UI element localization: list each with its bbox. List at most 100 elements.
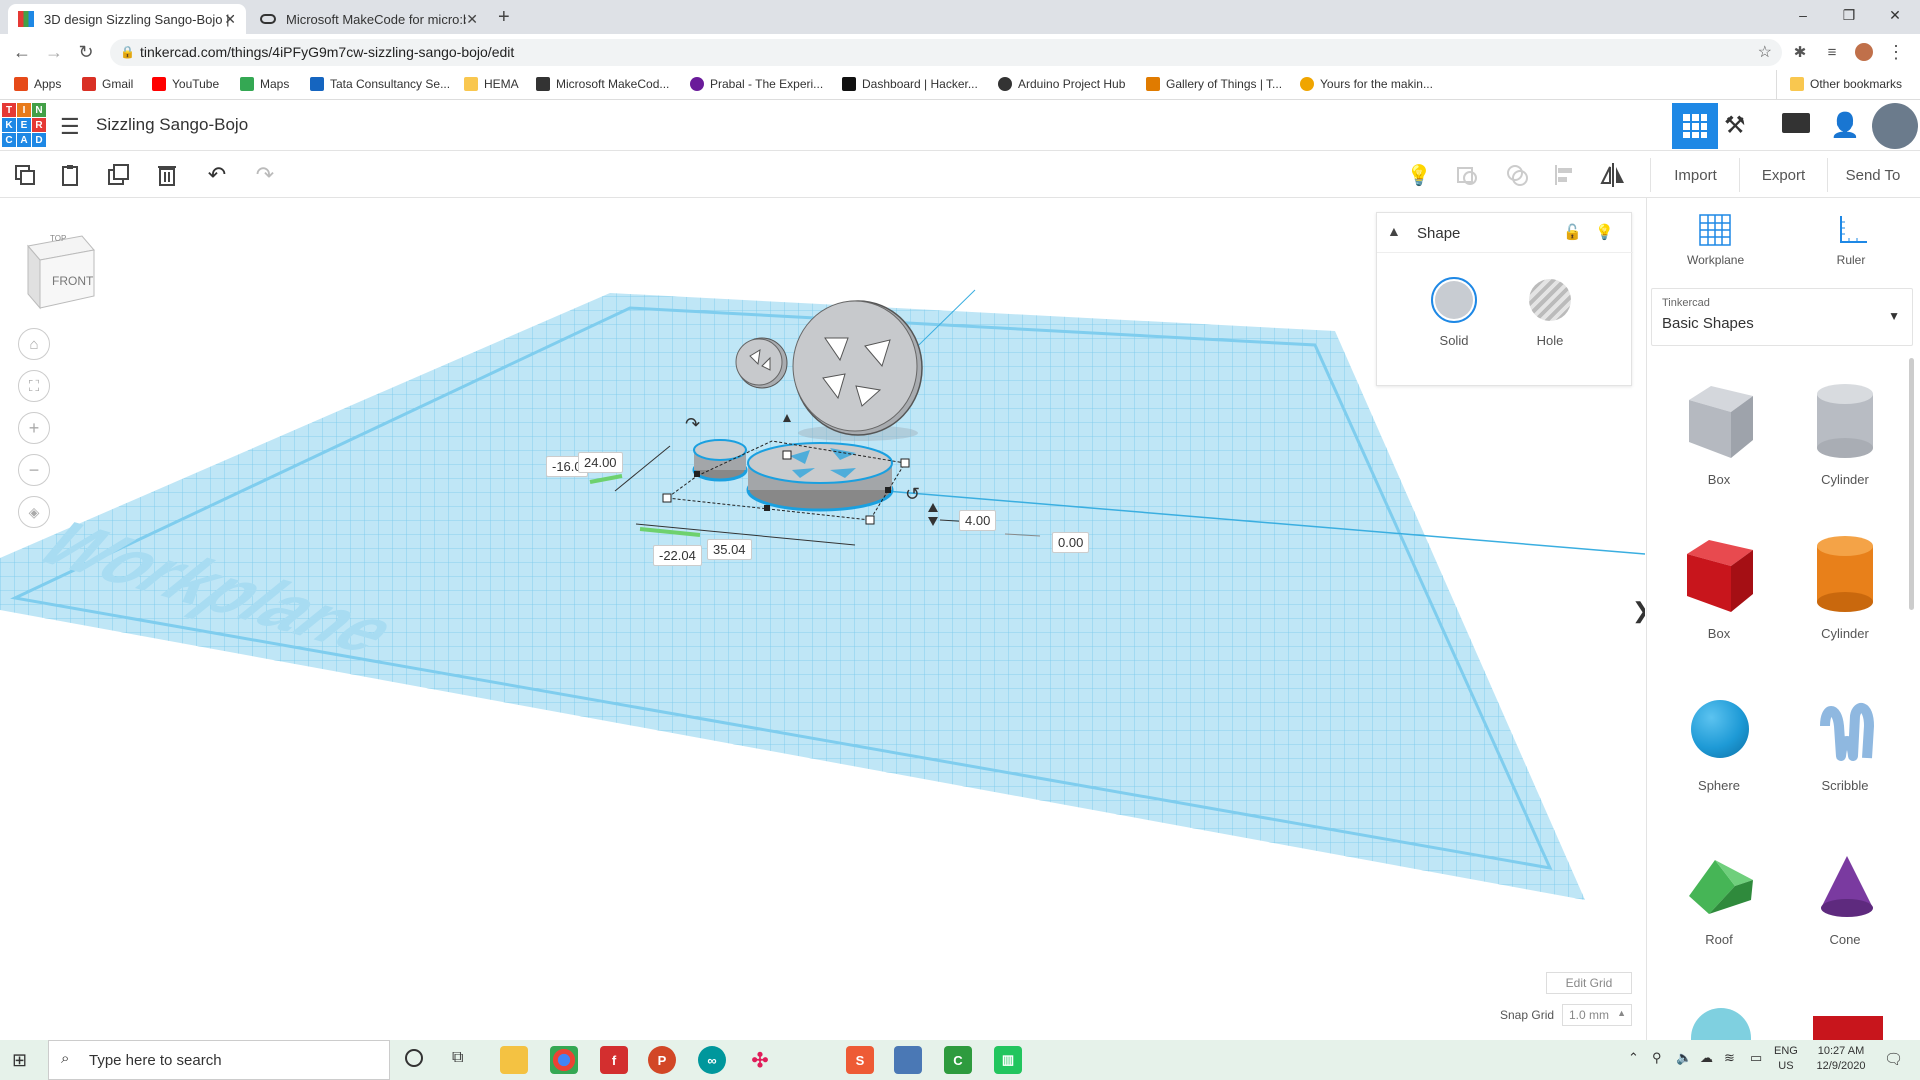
close-tab-icon[interactable]: ✕ <box>224 11 236 28</box>
group-icon[interactable] <box>1452 160 1482 190</box>
x-position-field[interactable]: -22.04 <box>653 545 702 566</box>
new-tab-button[interactable]: + <box>498 6 510 29</box>
extensions-puzzle-icon[interactable]: ✱ <box>1788 40 1812 64</box>
design-list-icon[interactable]: ☰ <box>60 114 80 140</box>
shape-library-select[interactable]: Tinkercad Basic Shapes ▼ <box>1651 288 1913 346</box>
send-to-button[interactable]: Send To <box>1828 158 1918 192</box>
notifications-icon[interactable]: 🗨 <box>1884 1050 1903 1068</box>
battery-icon[interactable]: ▭ <box>1750 1050 1762 1066</box>
home-view-icon[interactable]: ⌂ <box>18 328 50 360</box>
import-button[interactable]: Import <box>1652 158 1740 192</box>
handle-corner[interactable] <box>900 458 910 468</box>
taskbar-search-box[interactable]: ⌕ Type here to search <box>48 1040 390 1080</box>
partial-text-shape[interactable] <box>1813 1016 1883 1040</box>
align-icon[interactable] <box>1550 160 1580 190</box>
bookmark-tcs[interactable]: Tata Consultancy Se... <box>310 77 450 91</box>
edit-grid-button[interactable]: Edit Grid <box>1546 972 1632 994</box>
reading-list-icon[interactable]: ≡ <box>1820 40 1844 64</box>
cone-shape[interactable] <box>1817 854 1877 920</box>
box-gray-shape[interactable] <box>1681 382 1757 460</box>
task-view-icon[interactable]: ⧉ <box>452 1049 463 1067</box>
star-bookmark-icon[interactable]: ☆ <box>1758 39 1772 66</box>
paste-icon[interactable] <box>55 160 85 190</box>
handle-corner[interactable] <box>865 515 875 525</box>
language-indicator[interactable]: ENG US <box>1774 1044 1798 1074</box>
camtasia-icon[interactable]: C <box>944 1046 972 1074</box>
wifi-icon[interactable]: ≋ <box>1724 1050 1735 1066</box>
powerpoint-icon[interactable]: P <box>648 1046 676 1074</box>
export-button[interactable]: Export <box>1740 158 1828 192</box>
duplicate-icon[interactable] <box>104 160 134 190</box>
3d-workspace[interactable]: Workplane ↷ ↺ TOP FRONT ⌂ ⛶ + − ◈ -16.0 … <box>0 198 1645 1040</box>
handle-side[interactable] <box>764 505 770 511</box>
box-red-shape[interactable] <box>1681 534 1757 614</box>
profile-avatar-icon[interactable] <box>1852 40 1876 64</box>
user-avatar[interactable] <box>1872 103 1918 149</box>
3d-view-grid-icon[interactable] <box>1672 103 1718 149</box>
z-position-field[interactable]: 0.00 <box>1052 532 1090 553</box>
close-tab-icon[interactable]: ✕ <box>466 11 478 28</box>
snap-grid-select[interactable]: 1.0 mm ▲ <box>1562 1004 1632 1026</box>
bookmark-other[interactable]: Other bookmarks <box>1790 77 1902 91</box>
handle-corner[interactable] <box>782 450 792 460</box>
minimize-button[interactable]: – <box>1780 0 1826 30</box>
app-icon[interactable]: ▥ <box>994 1046 1022 1074</box>
control-panel-icon[interactable] <box>894 1046 922 1074</box>
ruler-tool[interactable]: Ruler <box>1823 212 1879 282</box>
slack-icon[interactable]: ✣ <box>746 1046 774 1074</box>
bookmark-hema[interactable]: HEMA <box>464 77 519 91</box>
mirror-icon[interactable] <box>1598 160 1628 190</box>
height-field[interactable]: 4.00 <box>959 510 997 531</box>
tray-network-icon[interactable]: ⚲ <box>1652 1050 1662 1066</box>
close-window-button[interactable]: ✕ <box>1872 0 1918 30</box>
chrome-icon[interactable] <box>550 1046 578 1074</box>
lock-icon[interactable]: 🔒 <box>120 39 135 66</box>
ungroup-icon[interactable] <box>1502 160 1532 190</box>
redo-icon[interactable]: ↷ <box>250 160 280 190</box>
rotate-arrow-icon[interactable]: ↷ <box>685 414 700 434</box>
handle-side[interactable] <box>694 471 700 477</box>
shapes-scrollbar[interactable] <box>1909 358 1914 610</box>
clock[interactable]: 10:27 AM 12/9/2020 <box>1808 1044 1874 1074</box>
visibility-bulb-icon[interactable]: 💡 <box>1595 223 1614 241</box>
solid-option[interactable] <box>1431 277 1477 323</box>
file-explorer-icon[interactable] <box>500 1046 528 1074</box>
hole-option-icon[interactable] <box>1529 279 1571 321</box>
add-user-icon[interactable]: 👤 <box>1830 111 1860 140</box>
browser-menu-icon[interactable]: ⋮ <box>1884 40 1908 64</box>
bookmark-gmail[interactable]: Gmail <box>82 77 133 91</box>
fit-view-icon[interactable]: ⛶ <box>18 370 50 402</box>
blocks-pickaxe-icon[interactable]: ⚒ <box>1724 111 1746 140</box>
cortana-icon[interactable] <box>405 1049 423 1067</box>
sphere-shape[interactable] <box>1691 700 1749 758</box>
onedrive-icon[interactable]: ☁ <box>1700 1050 1713 1066</box>
cylinder-orange-shape[interactable] <box>1813 534 1877 614</box>
bookmark-makecode[interactable]: Microsoft MakeCod... <box>536 77 669 91</box>
delete-trash-icon[interactable] <box>152 160 182 190</box>
width-field[interactable]: 35.04 <box>707 539 752 560</box>
bookmark-youtube[interactable]: YouTube <box>152 77 219 91</box>
roof-shape[interactable] <box>1685 856 1757 916</box>
cylinder-gray-shape[interactable] <box>1813 382 1877 460</box>
bookmark-apps[interactable]: Apps <box>14 77 61 91</box>
depth-field[interactable]: 24.00 <box>578 452 623 473</box>
workplane-tool[interactable]: Workplane <box>1687 212 1744 282</box>
rotate-arrow-icon[interactable]: ↺ <box>905 484 920 504</box>
undo-icon[interactable]: ↶ <box>202 160 232 190</box>
forward-arrow-icon[interactable]: → <box>42 40 66 64</box>
zoom-out-icon[interactable]: − <box>18 454 50 486</box>
bookmark-hackerrank[interactable]: Dashboard | Hacker... <box>842 77 978 91</box>
notes-lightbulb-icon[interactable]: 💡 <box>1404 160 1434 190</box>
design-title[interactable]: Sizzling Sango-Bojo <box>96 115 248 135</box>
tray-chevron-icon[interactable]: ⌃ <box>1628 1050 1639 1066</box>
arduino-icon[interactable]: ∞ <box>698 1046 726 1074</box>
sublime-icon[interactable]: S <box>846 1046 874 1074</box>
bookmark-arduino[interactable]: Arduino Project Hub <box>998 77 1125 91</box>
scribble-shape[interactable] <box>1817 696 1877 764</box>
volume-icon[interactable]: 🔈 <box>1676 1050 1692 1066</box>
panel-toggle-chevron-icon[interactable]: ❯ <box>1632 598 1645 624</box>
copy-icon[interactable] <box>10 160 40 190</box>
collapse-arrow-icon[interactable]: ▲ <box>1387 223 1401 239</box>
tab-tinkercad[interactable]: 3D design Sizzling Sango-Bojo | T ✕ <box>8 4 246 34</box>
windows-start-icon[interactable]: ⊞ <box>12 1050 27 1071</box>
